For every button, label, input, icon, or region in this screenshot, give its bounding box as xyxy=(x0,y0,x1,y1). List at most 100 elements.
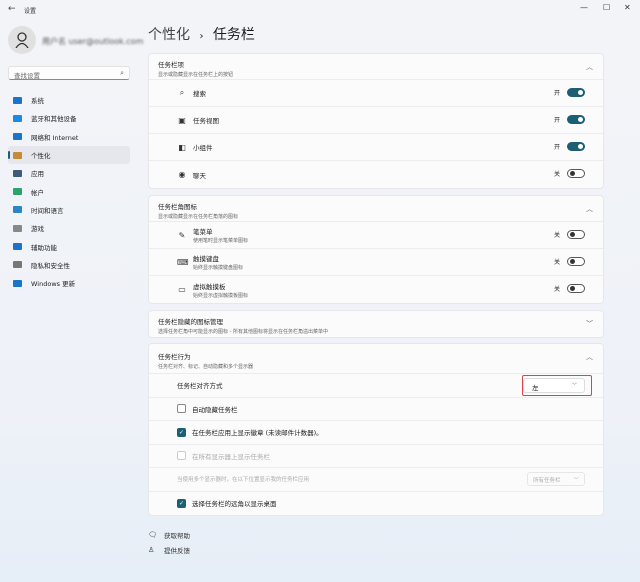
back-button[interactable]: ← xyxy=(8,4,16,14)
toggle-switch[interactable] xyxy=(567,142,585,151)
sidebar-item[interactable]: 隐私和安全性 xyxy=(8,256,130,274)
toggle-switch[interactable] xyxy=(567,284,585,293)
item-icon: ⌕ xyxy=(179,88,185,97)
section-header[interactable]: 任务栏行为 任务栏对齐、标记、自动隐藏和多个显示器 ︿ xyxy=(149,344,603,374)
nav-icon xyxy=(13,169,22,177)
section-subtitle: 选择任务栏角中可能显示的图标 - 所有其他图标将显示在任务栏角溢出菜单中 xyxy=(158,329,328,335)
sidebar-item[interactable]: 网络和 Internet xyxy=(8,128,130,146)
toggle-switch[interactable] xyxy=(567,88,585,97)
breadcrumb-parent[interactable]: 个性化 xyxy=(148,27,190,43)
auto-hide-row[interactable]: 自动隐藏任务栏 xyxy=(149,398,603,421)
auto-hide-checkbox[interactable] xyxy=(177,404,186,414)
taskbar-item-row: ◉ 聊天 关 xyxy=(149,161,603,188)
toggle-switch[interactable] xyxy=(567,257,585,266)
section-header[interactable]: 任务栏项 显示或隐藏显示在任务栏上的按钮 ︿ xyxy=(149,54,603,80)
section-subtitle: 显示或隐藏显示在任务栏上的按钮 xyxy=(158,72,234,78)
badges-row[interactable]: ✓ 在任务栏应用上显示徽章 (未读邮件计数器)。 xyxy=(149,421,603,445)
taskbar-item-row: ▣ 任务视图 开 xyxy=(149,107,603,134)
all-displays-checkbox[interactable] xyxy=(177,451,186,461)
toggle[interactable]: 开 xyxy=(554,115,585,124)
sidebar-item[interactable]: 时间和语言 xyxy=(8,201,130,219)
nav-icon xyxy=(13,96,22,104)
nav-icon xyxy=(13,243,22,251)
title-bar: ← 设置 — ☐ ✕ xyxy=(0,0,640,20)
alignment-row: 任务栏对齐方式 左 ﹀ xyxy=(149,374,603,398)
sidebar-item[interactable]: 蓝牙和其他设备 xyxy=(8,109,130,127)
all-displays-row: 在所有显示器上显示任务栏 xyxy=(149,445,603,468)
sidebar-item-label: 辅助功能 xyxy=(31,243,57,252)
corner-icon-row: ✎ 笔菜单 使用笔时显示笔菜单图标 关 xyxy=(149,222,603,249)
user-icon xyxy=(15,32,29,48)
toggle[interactable]: 关 xyxy=(554,284,585,293)
search-placeholder: 查找设置 xyxy=(14,72,40,80)
corner-icon-row: ⌨ 触摸键盘 始终显示触摸键盘图标 关 xyxy=(149,249,603,276)
corner-sublabel: 始终显示触摸键盘图标 xyxy=(193,265,244,271)
nav-icon xyxy=(13,206,22,214)
sidebar-item-label: Windows 更新 xyxy=(31,280,76,289)
sidebar-item[interactable]: 应用 xyxy=(8,164,130,182)
sidebar-item-label: 时间和语言 xyxy=(31,206,64,215)
section-subtitle: 显示或隐藏显示在任务栏角落的图标 xyxy=(158,214,239,220)
nav-icon xyxy=(13,114,22,122)
breadcrumb-separator: › xyxy=(199,31,204,42)
sidebar-item-label: 应用 xyxy=(31,170,44,179)
feedback-icon: ♙ xyxy=(148,546,155,554)
give-feedback-link[interactable]: ♙ 提供反馈 xyxy=(148,545,190,555)
multi-display-dropdown[interactable]: 所有任务栏 ﹀ xyxy=(527,472,585,486)
search-input[interactable]: 查找设置 ⌕ xyxy=(8,66,130,80)
page-title: 任务栏 xyxy=(212,27,255,43)
far-corner-row[interactable]: ✓ 选择任务栏的远角以显示桌面 xyxy=(149,492,603,516)
chevron-up-icon: ︿ xyxy=(586,353,593,361)
close-button[interactable]: ✕ xyxy=(624,3,631,12)
toggle-state: 关 xyxy=(553,286,560,293)
nav-icon xyxy=(13,151,22,159)
taskbar-item-row: ◧ 小组件 开 xyxy=(149,134,603,161)
item-label: 任务视图 xyxy=(193,117,219,125)
toggle[interactable]: 关 xyxy=(554,169,585,178)
get-help-label: 获取帮助 xyxy=(164,532,190,540)
toggle-switch[interactable] xyxy=(567,230,585,239)
toggle[interactable]: 关 xyxy=(554,257,585,266)
item-label: 聊天 xyxy=(193,171,206,180)
sidebar-item[interactable]: 帐户 xyxy=(8,182,130,200)
sidebar-item[interactable]: 游戏 xyxy=(8,219,130,237)
sidebar-item[interactable]: 辅助功能 xyxy=(8,237,130,255)
badges-checkbox[interactable]: ✓ xyxy=(177,427,186,437)
multi-display-row: 当使用多个显示器时，在以下位置显示我的任务栏应用 所有任务栏 ﹀ xyxy=(149,468,603,492)
get-help-link[interactable]: 🗨 获取帮助 xyxy=(148,530,190,540)
section-header[interactable]: 任务栏角图标 显示或隐藏显示在任务栏角落的图标 ︿ xyxy=(149,196,603,222)
toggle-state: 开 xyxy=(553,117,560,124)
sidebar-item[interactable]: 个性化 xyxy=(8,145,130,165)
far-corner-label: 选择任务栏的远角以显示桌面 xyxy=(192,500,277,509)
alignment-dropdown[interactable]: 左 ﹀ xyxy=(523,378,585,393)
hidden-icons-section[interactable]: 任务栏隐藏的图标管理 选择任务栏角中可能显示的图标 - 所有其他图标将显示在任务栏… xyxy=(148,310,604,338)
help-icon: 🗨 xyxy=(148,531,157,539)
toggle[interactable]: 开 xyxy=(554,88,585,97)
toggle-state: 开 xyxy=(553,144,560,151)
sidebar-item[interactable]: 系统 xyxy=(8,91,130,109)
chevron-up-icon: ︿ xyxy=(586,205,593,213)
corner-label: 触摸键盘 xyxy=(193,255,219,263)
toggle[interactable]: 关 xyxy=(554,230,585,239)
corner-icon-row: ▭ 虚拟触摸板 始终显示虚拟触摸板图标 关 xyxy=(149,276,603,303)
section-header[interactable]: 任务栏隐藏的图标管理 选择任务栏角中可能显示的图标 - 所有其他图标将显示在任务栏… xyxy=(149,311,603,337)
nav-icon xyxy=(13,261,22,269)
breadcrumb: 个性化 › 任务栏 xyxy=(148,24,255,44)
avatar[interactable] xyxy=(8,26,36,54)
far-corner-checkbox[interactable]: ✓ xyxy=(177,498,186,508)
sidebar-item-label: 游戏 xyxy=(31,225,44,234)
corner-sublabel: 使用笔时显示笔菜单图标 xyxy=(193,238,249,244)
taskbar-items-section: 任务栏项 显示或隐藏显示在任务栏上的按钮 ︿ ⌕ 搜索开 ▣ 任务视图开 ◧ 小组件开 ◉ 聊天关 xyxy=(148,53,604,189)
toggle[interactable]: 开 xyxy=(554,142,585,151)
alignment-label: 任务栏对齐方式 xyxy=(177,382,223,391)
toggle-switch[interactable] xyxy=(567,169,585,178)
section-title: 任务栏项 xyxy=(158,61,184,69)
all-displays-label: 在所有显示器上显示任务栏 xyxy=(192,452,270,461)
sidebar-item[interactable]: Windows 更新 xyxy=(8,274,130,292)
auto-hide-label: 自动隐藏任务栏 xyxy=(192,405,238,414)
maximize-button[interactable]: ☐ xyxy=(603,3,610,12)
minimize-button[interactable]: — xyxy=(580,3,588,12)
toggle-switch[interactable] xyxy=(567,115,585,124)
toggle-state: 关 xyxy=(553,259,560,266)
alignment-value: 左 xyxy=(532,384,539,392)
